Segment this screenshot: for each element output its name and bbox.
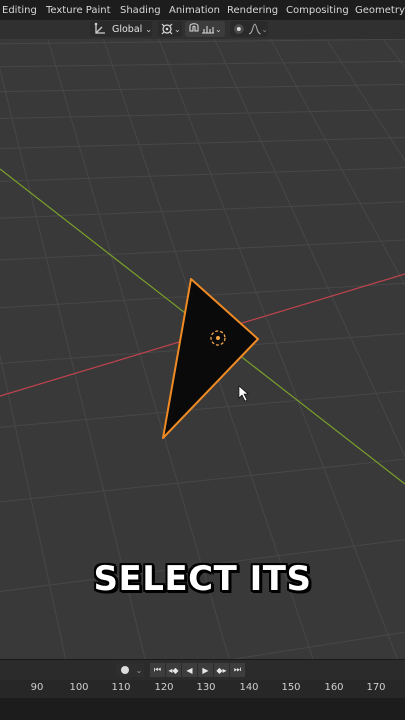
chevron-down-icon: ⌄ <box>215 24 222 34</box>
transform-pivot-icon <box>161 23 173 35</box>
3d-viewport[interactable]: SELECT ITS <box>0 39 405 659</box>
jump-start-button[interactable]: ⏮ <box>150 663 165 677</box>
chevron-down-icon: ⌄ <box>135 665 143 675</box>
falloff-curve-icon <box>248 23 261 35</box>
tab-shading[interactable]: Shading <box>120 0 161 20</box>
snap-icon <box>189 23 199 32</box>
frame-label: 140 <box>239 682 259 693</box>
record-options-dropdown[interactable]: ⌄ <box>134 663 144 677</box>
frame-label: 130 <box>196 682 216 693</box>
proportional-editing-group[interactable]: ⌄ <box>230 21 268 37</box>
pivot-point-dropdown[interactable]: ⌄ <box>158 21 182 37</box>
orientation-label: Global <box>111 23 143 35</box>
tab-editing[interactable]: Editing <box>2 0 37 20</box>
frame-label: 160 <box>324 682 344 693</box>
mouse-cursor-icon <box>238 385 249 402</box>
chevron-down-icon: ⌄ <box>174 24 181 34</box>
viewport-header: Global ⌄ ⌄ ⌄ ⌄ <box>0 20 405 39</box>
play-reverse-icon: ◀ <box>186 665 193 675</box>
timeline-header: ⌄ ⏮ ◂◆ ◀ ▶ ◆▸ ⏭ <box>0 659 405 681</box>
jump-end-button[interactable]: ⏭ <box>230 663 245 677</box>
workspace-tabs: Editing Texture Paint Shading Animation … <box>0 0 405 20</box>
tab-rendering[interactable]: Rendering <box>227 0 278 20</box>
frame-label: 100 <box>69 682 89 693</box>
tab-geometry-nodes[interactable]: Geometry N <box>355 0 405 20</box>
jump-end-icon: ⏭ <box>233 665 242 674</box>
play-reverse-button[interactable]: ◀ <box>182 663 197 677</box>
timeline-ruler[interactable]: 90 100 110 120 130 140 150 160 170 <box>0 680 405 698</box>
frame-label: 150 <box>281 682 301 693</box>
play-button[interactable]: ▶ <box>198 663 213 677</box>
jump-start-icon: ⏮ <box>153 665 162 674</box>
prev-keyframe-button[interactable]: ◂◆ <box>166 663 181 677</box>
video-caption: SELECT ITS <box>93 559 312 599</box>
timeline-track-area[interactable] <box>0 698 405 720</box>
snap-toggle[interactable]: ⌄ <box>185 21 225 37</box>
play-icon: ▶ <box>202 665 209 675</box>
chevron-down-icon: ⌄ <box>261 24 268 34</box>
frame-label: 120 <box>154 682 174 693</box>
proportional-editing-icon <box>233 24 244 34</box>
record-icon <box>121 666 129 674</box>
snap-target-icon <box>202 26 214 34</box>
record-button[interactable] <box>116 663 134 677</box>
prev-keyframe-icon: ◂◆ <box>168 665 179 675</box>
tab-animation[interactable]: Animation <box>169 0 220 20</box>
tab-texture-paint[interactable]: Texture Paint <box>46 0 111 20</box>
tab-compositing[interactable]: Compositing <box>286 0 349 20</box>
chevron-down-icon: ⌄ <box>145 24 152 34</box>
transform-orientation-icon <box>94 22 105 34</box>
frame-label: 170 <box>366 682 386 693</box>
frame-label: 110 <box>111 682 131 693</box>
frame-label: 90 <box>30 682 44 693</box>
next-keyframe-button[interactable]: ◆▸ <box>214 663 229 677</box>
next-keyframe-icon: ◆▸ <box>216 665 227 675</box>
transform-orientation-dropdown[interactable]: Global ⌄ <box>90 21 152 37</box>
